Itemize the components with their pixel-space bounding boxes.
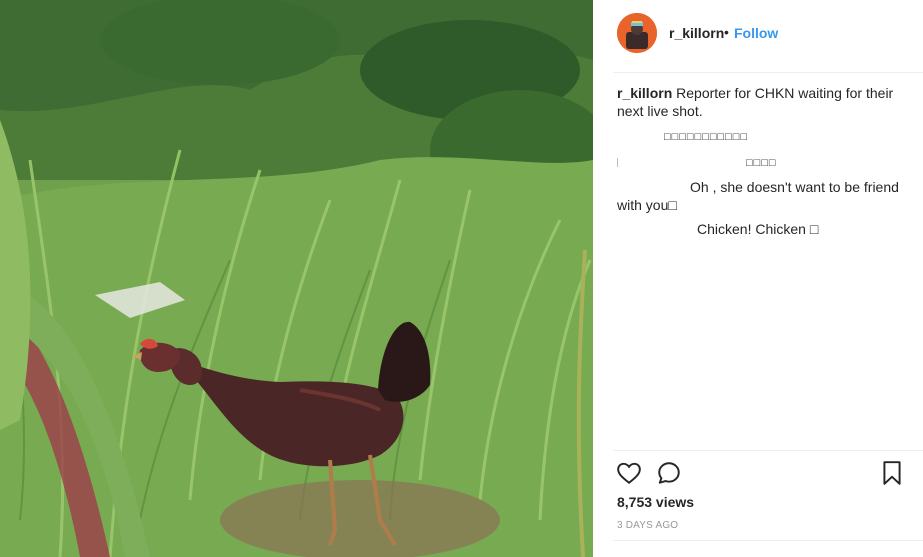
post-media[interactable] bbox=[0, 0, 593, 557]
caption-text-1: Reporter for CHKN waiting for their bbox=[672, 85, 894, 101]
caption-line-3: □□□□□□□□□□□ bbox=[617, 126, 905, 146]
caption-text-2: next live shot. bbox=[617, 103, 703, 119]
footer-divider bbox=[613, 540, 923, 541]
header-username[interactable]: r_killorn bbox=[669, 25, 724, 41]
caption-line-4: □□□□ bbox=[617, 152, 905, 172]
caption-text-6: with you□ bbox=[617, 197, 677, 213]
header-divider bbox=[613, 72, 923, 73]
post-date[interactable]: 3 DAYS AGO bbox=[617, 520, 678, 531]
bookmark-icon[interactable] bbox=[880, 460, 904, 491]
caption-text-5: Oh , she doesn't want to be friend bbox=[690, 179, 899, 195]
caption-username[interactable]: r_killorn bbox=[617, 85, 672, 101]
user-avatar[interactable] bbox=[617, 13, 657, 53]
caption-text-7: Chicken! Chicken □ bbox=[697, 221, 819, 237]
post-caption: r_killorn Reporter for CHKN waiting for … bbox=[617, 84, 905, 238]
actions-divider bbox=[613, 450, 923, 451]
caption-line-1: r_killorn Reporter for CHKN waiting for … bbox=[617, 84, 905, 102]
avatar-image bbox=[617, 13, 657, 53]
caption-text-3: □□□□□□□□□□□ bbox=[664, 131, 749, 143]
post-side-panel: r_killorn • Follow r_killorn Reporter fo… bbox=[593, 0, 923, 557]
caption-text-4: □□□□ bbox=[746, 157, 777, 169]
chicken-video-frame bbox=[0, 0, 593, 557]
comment-icon[interactable] bbox=[656, 460, 682, 491]
separator-dot: • bbox=[724, 24, 729, 40]
views-count[interactable]: 8,753 views bbox=[617, 494, 694, 510]
heart-icon[interactable] bbox=[616, 460, 642, 491]
follow-button[interactable]: Follow bbox=[734, 25, 778, 41]
